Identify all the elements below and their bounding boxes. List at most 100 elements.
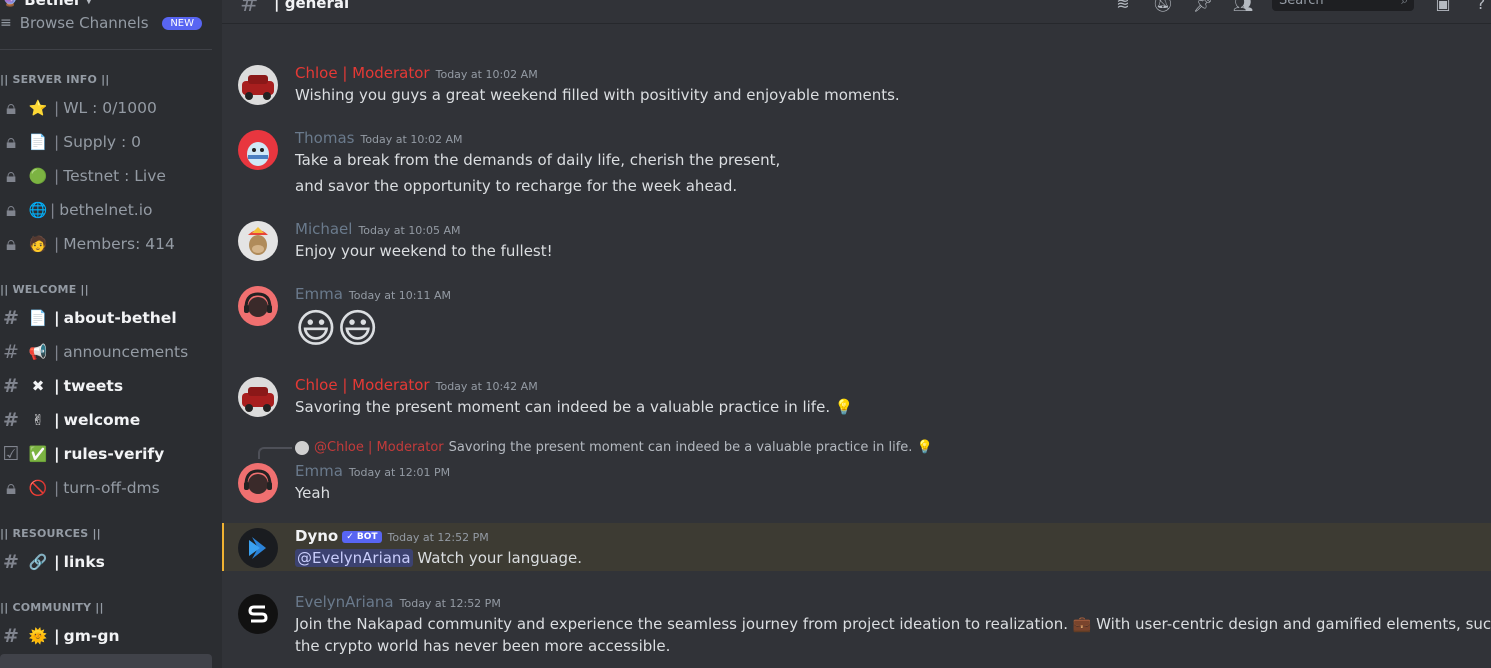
- channel-links[interactable]: # 🔗 | links: [0, 546, 212, 578]
- message-timestamp: Today at 12:52 PM: [399, 597, 501, 610]
- channel-label: tweets: [63, 377, 124, 395]
- hashtag-icon: #: [3, 625, 19, 647]
- reply-text: Savoring the present moment can indeed b…: [448, 440, 933, 455]
- inbox-icon[interactable]: ▣: [1432, 0, 1454, 13]
- channel-sidebar: 🔮 Bethel ▼ ≡ Browse Channels NEW || SERV…: [0, 0, 222, 668]
- message: Dyno ✓ BOT Today at 12:52 PM @EvelynAriana…: [222, 524, 1491, 572]
- message-timestamp: Today at 12:52 PM: [387, 531, 489, 544]
- message-author[interactable]: Michael Today at 10:05 AM: [295, 220, 461, 238]
- channel-label: bethelnet.io: [59, 201, 153, 219]
- search-icon: ⌕: [1401, 0, 1408, 7]
- channel-tweets[interactable]: # ✖ | tweets: [0, 370, 212, 402]
- member-list-icon[interactable]: 👥︎: [1232, 0, 1254, 13]
- message-timestamp: Today at 10:05 AM: [358, 224, 461, 237]
- category-server-info[interactable]: || SERVER INFO ||: [0, 73, 110, 86]
- message-text: Join the Nakapad community and experienc…: [295, 615, 1491, 633]
- sidebar-divider: [0, 49, 212, 50]
- channel-label: Testnet : Live: [63, 167, 166, 185]
- globe-icon: 🌐: [28, 201, 48, 219]
- channel-gm-gn[interactable]: # 🌞 | gm-gn: [0, 620, 212, 652]
- message-author[interactable]: Emma Today at 10:11 AM: [295, 285, 451, 303]
- server-name: Bethel: [24, 0, 79, 9]
- message-author[interactable]: Thomas Today at 10:02 AM: [295, 129, 463, 147]
- message: Michael Today at 10:05 AM Enjoy your week…: [222, 216, 1491, 266]
- message: @Chloe | Moderator Savoring the present …: [222, 440, 1491, 510]
- hashtag-icon: #: [3, 375, 19, 397]
- page-icon: 📄: [28, 309, 48, 327]
- channel-rules-verify[interactable]: ☑ ✅ | rules-verify: [0, 438, 212, 470]
- browse-channels[interactable]: ≡ Browse Channels NEW: [0, 12, 212, 34]
- no-entry-icon: 🚫: [28, 479, 48, 497]
- channel-supply[interactable]: 🔒︎ 📄 | Supply : 0: [0, 126, 212, 158]
- channel-welcome[interactable]: # ✌ | welcome: [0, 404, 212, 436]
- avatar[interactable]: [238, 130, 278, 170]
- channel-members[interactable]: 🔒︎ 🧑 | Members: 414: [0, 228, 212, 260]
- message-author[interactable]: Dyno ✓ BOT Today at 12:52 PM: [295, 527, 489, 545]
- message: Emma Today at 10:11 AM 😃😃: [222, 281, 1491, 361]
- message-text: Yeah: [295, 484, 331, 502]
- dyno-bot-icon: [249, 537, 266, 559]
- category-resources[interactable]: || RESOURCES ||: [0, 527, 101, 540]
- penguin-avatar-icon: [247, 142, 269, 166]
- channel-wl[interactable]: 🔒︎ ⭐ | WL : 0/1000: [0, 92, 212, 124]
- page-icon: 📄: [28, 133, 48, 151]
- message-author[interactable]: Chloe | Moderator Today at 10:42 AM: [295, 376, 538, 394]
- message: EvelynAriana Today at 12:52 PM Join the N…: [222, 589, 1491, 668]
- avatar[interactable]: [238, 286, 278, 326]
- message-emoji: 😃😃: [295, 306, 379, 352]
- reply-preview[interactable]: @Chloe | Moderator Savoring the present …: [295, 440, 933, 455]
- lock-icon: 🔒︎: [5, 477, 17, 499]
- help-icon[interactable]: ?: [1470, 0, 1491, 13]
- message-author[interactable]: Chloe | Moderator Today at 10:02 AM: [295, 64, 538, 82]
- channel-turn-off-dms[interactable]: 🔒︎ 🚫 | turn-off-dms: [0, 472, 212, 504]
- message-timestamp: Today at 10:42 AM: [435, 380, 538, 393]
- avatar[interactable]: [238, 221, 278, 261]
- channel-general-selected[interactable]: [0, 654, 212, 668]
- channel-about-bethel[interactable]: # 📄 | about-bethel: [0, 302, 212, 334]
- reply-avatar: [295, 440, 309, 455]
- hashtag-icon: #: [3, 341, 19, 363]
- server-header[interactable]: 🔮 Bethel ▼: [0, 0, 93, 12]
- message-author[interactable]: EvelynAriana Today at 12:52 PM: [295, 593, 501, 611]
- message: Thomas Today at 10:02 AM Take a break fro…: [222, 125, 1491, 200]
- message: Chloe | Moderator Today at 10:02 AM Wishi…: [222, 60, 1491, 110]
- channel-bethelnet[interactable]: 🔒︎ 🌐 | bethelnet.io: [0, 194, 212, 226]
- car-avatar-icon: [242, 75, 274, 100]
- channel-label: announcements: [63, 343, 189, 361]
- channel-header: # | general ≋ 🔕︎ 📌︎ 👥︎ Search ⌕ ▣ ?: [222, 0, 1491, 24]
- message-timestamp: Today at 10:11 AM: [348, 289, 451, 302]
- lock-icon: 🔒︎: [5, 97, 17, 119]
- search-input[interactable]: Search ⌕: [1272, 0, 1414, 11]
- message-timestamp: Today at 10:02 AM: [435, 68, 538, 81]
- threads-icon[interactable]: ≋: [1112, 0, 1134, 13]
- star-icon: ⭐: [28, 99, 48, 117]
- message-text: Take a break from the demands of daily l…: [295, 151, 781, 169]
- channel-announcements[interactable]: # 📢 | announcements: [0, 336, 212, 368]
- user-mention[interactable]: @EvelynAriana: [295, 549, 413, 567]
- lock-icon: 🔒︎: [5, 233, 17, 255]
- search-placeholder: Search: [1279, 0, 1324, 8]
- avatar[interactable]: [238, 594, 278, 634]
- reply-connector: [258, 447, 292, 459]
- channel-testnet[interactable]: 🔒︎ 🟢 | Testnet : Live: [0, 160, 212, 192]
- avatar[interactable]: [238, 463, 278, 503]
- channel-label: Supply : 0: [63, 133, 141, 151]
- channel-label: WL : 0/1000: [63, 99, 157, 117]
- headphone-avatar-icon: [244, 292, 272, 317]
- bot-badge: ✓ BOT: [342, 531, 382, 543]
- message-text: Savoring the present moment can indeed b…: [295, 398, 854, 416]
- pin-icon[interactable]: 📌︎: [1192, 0, 1214, 13]
- message-text: the crypto world has never been more acc…: [295, 637, 671, 655]
- avatar[interactable]: [238, 65, 278, 105]
- message-timestamp: Today at 10:02 AM: [360, 133, 463, 146]
- category-welcome[interactable]: || WELCOME ||: [0, 283, 89, 296]
- lock-icon: 🔒︎: [5, 165, 17, 187]
- notification-bell-muted-icon[interactable]: 🔕︎: [1152, 0, 1174, 13]
- avatar[interactable]: [238, 377, 278, 417]
- message-author[interactable]: Emma Today at 12:01 PM: [295, 462, 450, 480]
- category-community[interactable]: || COMMUNITY ||: [0, 601, 104, 614]
- ape-avatar-icon: [248, 227, 268, 255]
- new-badge: NEW: [162, 16, 202, 30]
- avatar[interactable]: [238, 528, 278, 568]
- link-icon: 🔗: [28, 553, 48, 571]
